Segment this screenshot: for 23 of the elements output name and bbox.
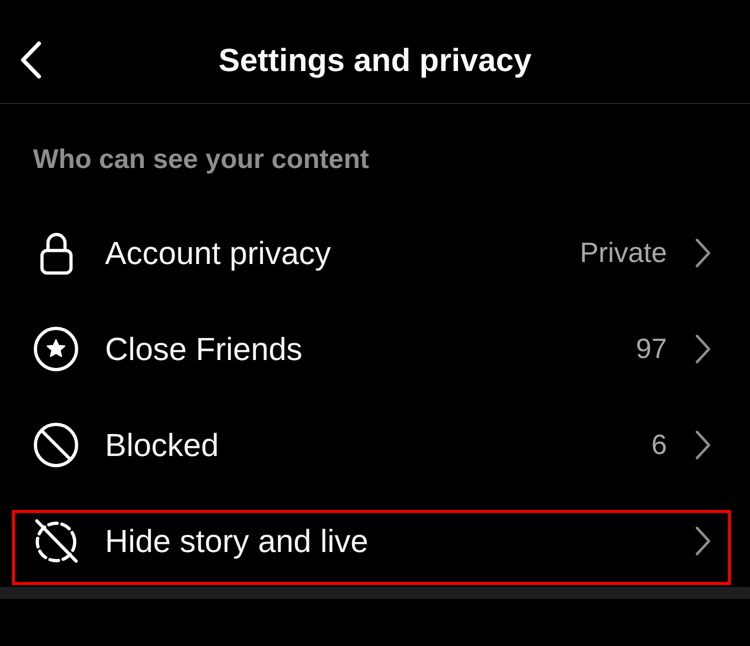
back-icon: [20, 40, 42, 78]
settings-row[interactable]: Blocked 6: [12, 414, 731, 489]
setting-value: 97: [636, 332, 667, 366]
chevron-right-icon: [695, 334, 711, 364]
chevron-right-icon: [695, 430, 711, 460]
back-button[interactable]: [19, 40, 43, 78]
star-in-circle-icon: [33, 326, 79, 372]
setting-label: Close Friends: [105, 330, 302, 368]
chevron-right-icon: [695, 238, 711, 268]
lock-icon: [40, 230, 72, 274]
setting-value: 6: [651, 428, 667, 462]
setting-label: Blocked: [105, 426, 219, 464]
setting-label: Hide story and live: [105, 522, 368, 560]
setting-label: Account privacy: [105, 234, 331, 272]
dashed-circle-slash-icon: [33, 518, 79, 564]
screen-title: Settings and privacy: [218, 40, 532, 78]
section-heading: Who can see your content: [33, 144, 370, 175]
settings-row[interactable]: Hide story and live: [12, 510, 731, 585]
settings-row[interactable]: Account privacy Private: [12, 222, 731, 297]
setting-value: Private: [580, 236, 667, 270]
prohibited-icon: [33, 422, 79, 468]
chevron-right-icon: [695, 526, 711, 556]
settings-row[interactable]: Close Friends 97: [12, 318, 731, 393]
